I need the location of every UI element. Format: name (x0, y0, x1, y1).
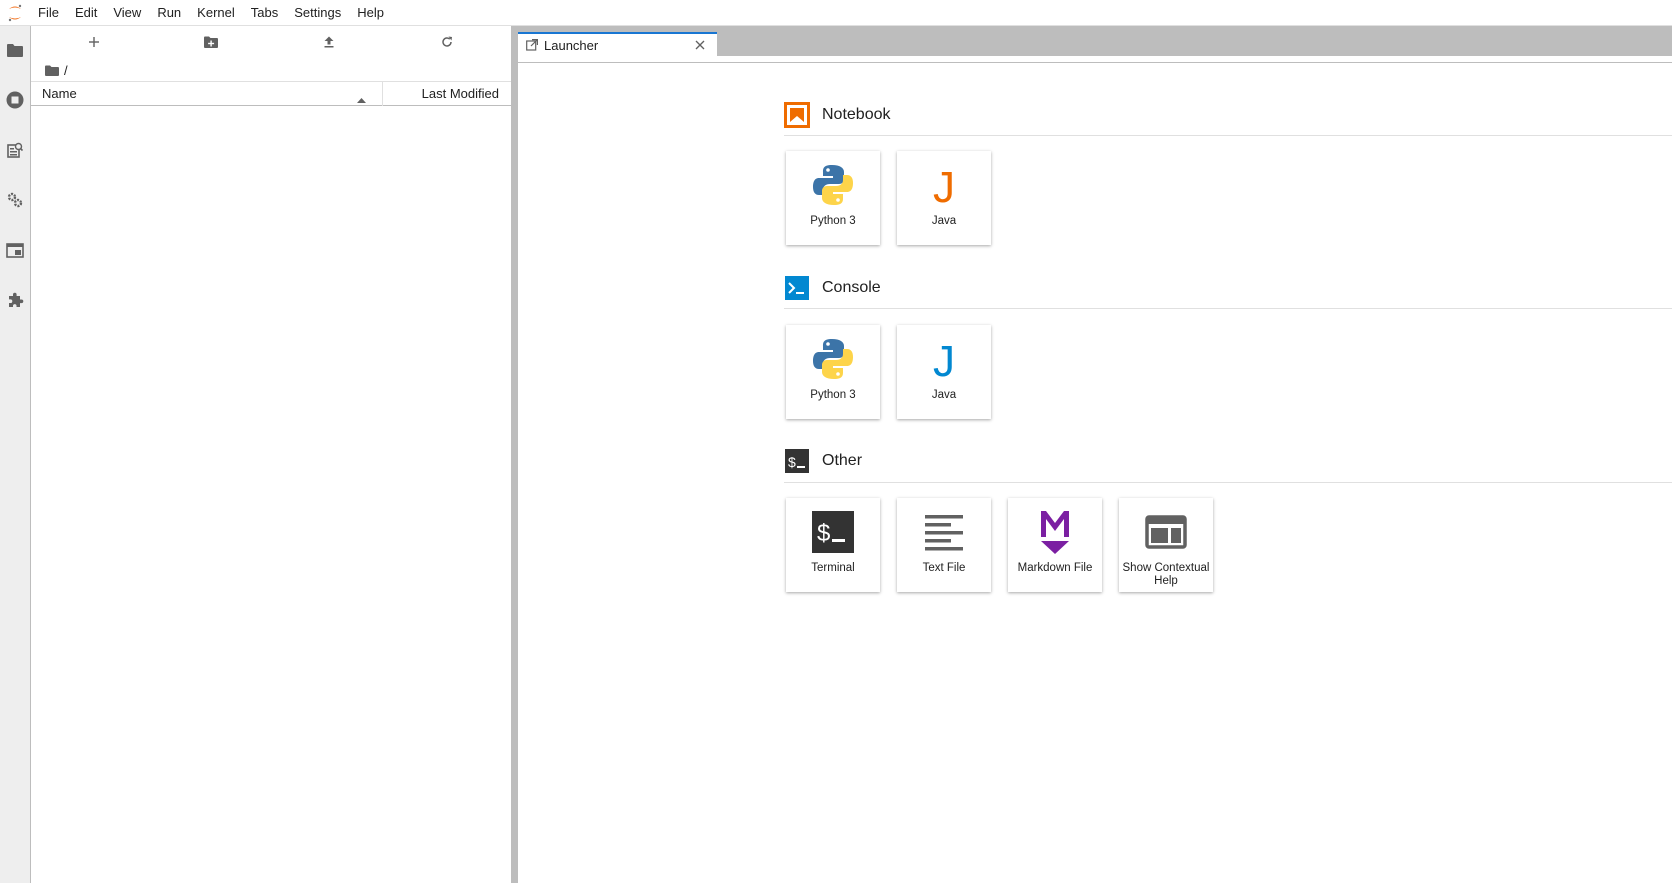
panel-splitter-handle[interactable] (511, 26, 518, 883)
menu-edit[interactable]: Edit (67, 0, 105, 26)
card-label: Java (931, 215, 957, 227)
svg-text:J: J (933, 163, 955, 208)
java-kernel-icon: J (897, 333, 991, 385)
launcher-section-console: Console (784, 273, 881, 303)
card-label: Java (931, 389, 957, 401)
refresh-icon (442, 36, 452, 47)
sort-ascending-icon (357, 91, 366, 106)
file-browser-toolbar (31, 26, 511, 58)
launcher-card-notebook-java[interactable]: J Java (897, 151, 991, 245)
card-label: Text File (922, 562, 966, 574)
launcher-card-notebook-python3[interactable]: Python 3 (786, 151, 880, 245)
python-icon (786, 333, 880, 385)
menu-file[interactable]: File (30, 0, 67, 26)
new-folder-icon (204, 36, 218, 48)
python-icon (786, 159, 880, 211)
tab-bar: Launcher (518, 26, 1672, 56)
launcher-card-text-file[interactable]: Text File (897, 498, 991, 592)
breadcrumb-root[interactable]: / (64, 63, 68, 78)
plus-icon (89, 37, 99, 47)
launcher-card-contextual-help[interactable]: Show Contextual Help (1119, 498, 1213, 592)
svg-text:J: J (933, 337, 955, 382)
text-file-icon (897, 506, 991, 558)
launcher-card-terminal[interactable]: $ Terminal (786, 498, 880, 592)
tab-bottom-border (518, 62, 1672, 63)
extension-icon[interactable] (5, 290, 25, 310)
card-label: Python 3 (810, 215, 856, 227)
commands-icon[interactable] (5, 140, 25, 160)
new-folder-button[interactable] (199, 32, 223, 52)
tab-launcher[interactable]: Launcher (518, 32, 717, 56)
left-sidebar (0, 26, 31, 883)
card-label: Markdown File (1017, 562, 1093, 574)
section-title: Other (822, 452, 863, 469)
launcher-card-markdown-file[interactable]: Markdown File (1008, 498, 1102, 592)
launcher-card-console-python3[interactable]: Python 3 (786, 325, 880, 419)
file-listing-header: Name Last Modified (31, 81, 511, 106)
section-title: Notebook (822, 106, 891, 123)
jupyter-logo-icon (0, 0, 30, 26)
launcher-icon (526, 39, 538, 51)
java-kernel-icon: J (897, 159, 991, 211)
svg-text:$: $ (817, 520, 830, 547)
console-icon (784, 275, 810, 301)
markdown-icon (1008, 506, 1102, 558)
refresh-button[interactable] (435, 32, 459, 52)
menu-run[interactable]: Run (149, 0, 189, 26)
terminal-section-icon: $ (784, 448, 810, 474)
menu-settings[interactable]: Settings (286, 0, 349, 26)
menu-tabs[interactable]: Tabs (243, 0, 286, 26)
launcher-section-notebook: Notebook (784, 100, 891, 130)
section-divider (784, 482, 1672, 483)
menu-bar: File Edit View Run Kernel Tabs Settings … (0, 0, 1672, 26)
card-label: Python 3 (810, 389, 856, 401)
close-icon[interactable] (693, 38, 707, 52)
breadcrumb: / (45, 62, 68, 78)
file-browser-panel: / Name Last Modified (31, 26, 511, 883)
launcher-card-console-java[interactable]: J Java (897, 325, 991, 419)
tabs-icon[interactable] (5, 240, 25, 260)
folder-icon[interactable] (5, 40, 25, 60)
contextual-help-icon (1119, 506, 1213, 558)
menu-view[interactable]: View (105, 0, 149, 26)
new-launcher-button[interactable] (82, 32, 106, 52)
tab-label: Launcher (544, 37, 599, 53)
terminal-icon: $ (786, 506, 880, 558)
column-header-last-modified[interactable]: Last Modified (422, 82, 499, 106)
section-divider (784, 135, 1672, 136)
property-inspector-icon[interactable] (5, 190, 25, 210)
launcher-section-other: $ Other (784, 446, 862, 476)
column-header-name[interactable]: Name (42, 82, 77, 106)
menu-kernel[interactable]: Kernel (189, 0, 243, 26)
running-icon[interactable] (5, 90, 25, 110)
upload-button[interactable] (317, 32, 341, 52)
notebook-icon (784, 102, 810, 128)
upload-icon (324, 36, 334, 48)
column-divider[interactable] (382, 82, 383, 106)
card-label: Terminal (811, 562, 855, 574)
home-folder-icon[interactable] (45, 65, 59, 76)
section-divider (784, 308, 1672, 309)
card-label: Show Contextual Help (1122, 562, 1210, 587)
menu-help[interactable]: Help (349, 0, 392, 26)
svg-text:$: $ (788, 454, 796, 470)
main-dock-area: Launcher Notebook Python 3 J Java Consol… (518, 26, 1672, 883)
section-title: Console (822, 279, 881, 296)
